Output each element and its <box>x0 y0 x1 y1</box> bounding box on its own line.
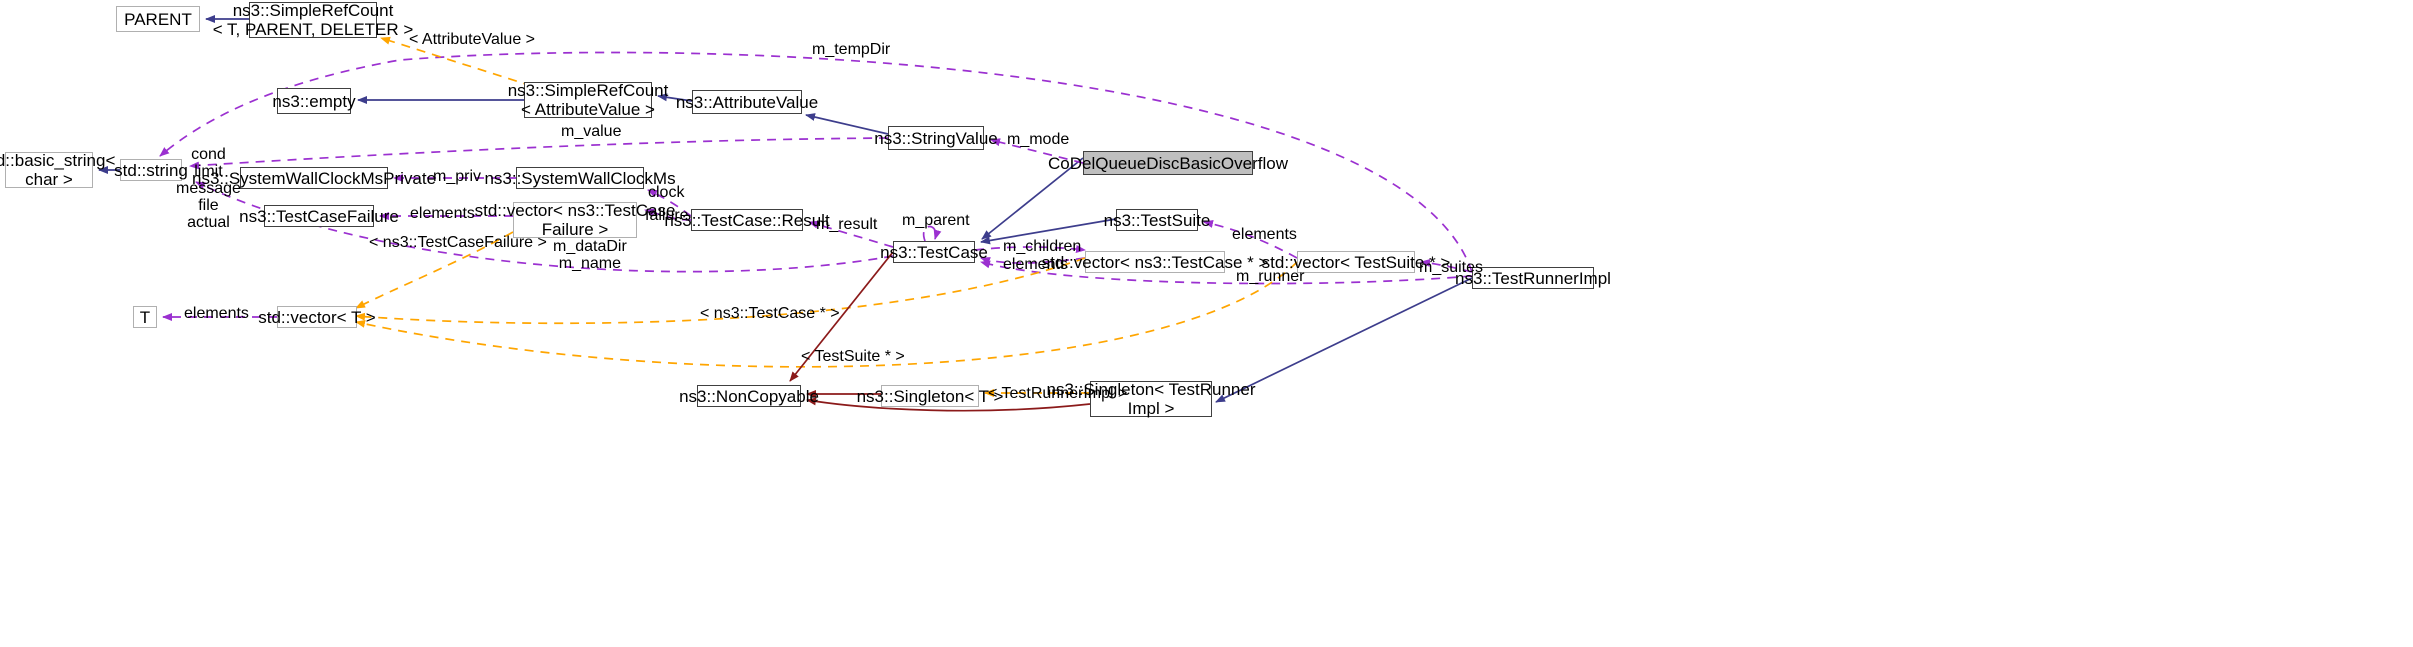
node-label: ns3::TestSuite <box>1103 210 1211 230</box>
node-std-vector-t[interactable]: std::vector< T > <box>258 306 376 328</box>
node-label: ns3::TestCase::Result <box>664 210 830 230</box>
edge-label-elements-testcasefailure: elements <box>410 205 475 222</box>
node-label: ns3::TestCaseFailure <box>239 206 399 226</box>
edge-label-m-value: m_value <box>561 123 622 140</box>
edge-label-m-result: m_result <box>816 216 878 233</box>
edge-label-m-children: m_children <box>1003 238 1082 255</box>
edge-label-m-suites: m_suites <box>1419 259 1484 276</box>
node-ns3-simplerefcount-t[interactable]: ns3::SimpleRefCount < T, PARENT, DELETER… <box>213 1 414 39</box>
node-label-line2: < T, PARENT, DELETER > <box>212 20 414 39</box>
node-ns3-testcasefailure[interactable]: ns3::TestCaseFailure <box>239 205 399 227</box>
node-ns3-testcase[interactable]: ns3::TestCase <box>880 241 988 263</box>
node-t[interactable]: T <box>133 306 157 328</box>
node-std-vector-testcase-ptr[interactable]: std::vector< ns3::TestCase * > <box>1042 251 1268 273</box>
edge-label-elements-t: elements <box>184 305 249 322</box>
edge-label-m-datadir-m-name: m_dataDir m_name <box>553 238 627 272</box>
edge-label-m-tempdir: m_tempDir <box>812 41 891 58</box>
node-label-line2: char > <box>25 170 73 189</box>
node-std-vector-testsuite-ptr[interactable]: std::vector< TestSuite * > <box>1262 251 1450 273</box>
node-label: ns3::NonCopyable <box>679 386 819 406</box>
node-label: ns3::Singleton< T > <box>856 386 1004 406</box>
node-label: T <box>139 307 151 327</box>
edge-label-elements-testcase: elements <box>1003 256 1068 273</box>
edge-label-clock: clock <box>648 184 685 201</box>
node-label: ns3::TestCase <box>880 242 988 262</box>
node-label: std::vector< T > <box>258 307 376 327</box>
node-ns3-testcase-result[interactable]: ns3::TestCase::Result <box>664 209 830 231</box>
node-ns3-attributevalue[interactable]: ns3::AttributeValue <box>676 90 818 114</box>
edge-label-string-fields: cond limit message file actual <box>176 146 241 231</box>
node-label: CoDelQueueDiscBasicOverflow <box>1048 153 1288 173</box>
node-std-string[interactable]: std::string <box>114 159 188 181</box>
node-ns3-systemwallclockms[interactable]: ns3::SystemWallClockMs <box>484 167 676 189</box>
node-codelqueuediscbasicoverflow[interactable]: CoDelQueueDiscBasicOverflow <box>1048 151 1288 175</box>
node-ns3-singleton-t[interactable]: ns3::Singleton< T > <box>857 385 1003 407</box>
node-label: PARENT <box>124 9 192 29</box>
node-parent[interactable]: PARENT <box>116 6 200 32</box>
node-ns3-systemwallclockmsprivate[interactable]: ns3::SystemWallClockMsPrivate <box>192 167 436 189</box>
node-std-basic-string[interactable]: std::basic_string< char > <box>0 151 115 189</box>
node-label: ns3::AttributeValue <box>675 92 819 112</box>
node-ns3-empty[interactable]: ns3::empty <box>272 88 356 114</box>
edge-label-testrunnerimpl-template: < TestRunnerImpl > <box>988 385 1128 402</box>
edge-label-m-priv: m_priv <box>433 168 482 185</box>
node-label-line2: < AttributeValue > <box>521 100 655 119</box>
edge-label-failure: failure <box>645 207 689 224</box>
node-ns3-stringvalue[interactable]: ns3::StringValue <box>874 126 998 150</box>
node-label: std::basic_string< <box>0 151 116 170</box>
node-label: ns3::SimpleRefCount <box>507 81 669 100</box>
node-label-line2: Impl > <box>1127 399 1175 418</box>
edge-label-testcasefailure-template: < ns3::TestCaseFailure > <box>369 234 547 251</box>
node-std-vector-testcasefailure[interactable]: std::vector< ns3::TestCase Failure > <box>475 201 676 239</box>
collaboration-diagram: PARENT ns3::SimpleRefCount < T, PARENT, … <box>0 0 2413 647</box>
node-label: ns3::empty <box>272 91 356 111</box>
node-ns3-noncopyable[interactable]: ns3::NonCopyable <box>679 385 819 407</box>
node-label-line2: Failure > <box>541 220 609 239</box>
node-ns3-simplerefcount-attributevalue[interactable]: ns3::SimpleRefCount < AttributeValue > <box>508 81 669 119</box>
edge-label-m-mode: m_mode <box>1007 131 1070 148</box>
edge-label-m-runner: m_runner <box>1236 268 1305 285</box>
node-label: ns3::SystemWallClockMs <box>484 168 676 188</box>
edge-label-testcase-ptr-template: < ns3::TestCase * > <box>700 305 840 322</box>
node-label: ns3::SimpleRefCount <box>232 1 394 20</box>
node-ns3-testrunnerimpl[interactable]: ns3::TestRunnerImpl <box>1455 267 1611 289</box>
edge-label-testsuite-ptr-template: < TestSuite * > <box>801 348 905 365</box>
edge-label-elements-testsuite: elements <box>1232 226 1297 243</box>
edge-label-m-parent: m_parent <box>902 212 970 229</box>
node-ns3-testsuite[interactable]: ns3::TestSuite <box>1104 209 1210 231</box>
edge-label-attributevalue-template: < AttributeValue > <box>409 31 536 48</box>
node-label: ns3::StringValue <box>874 128 998 148</box>
